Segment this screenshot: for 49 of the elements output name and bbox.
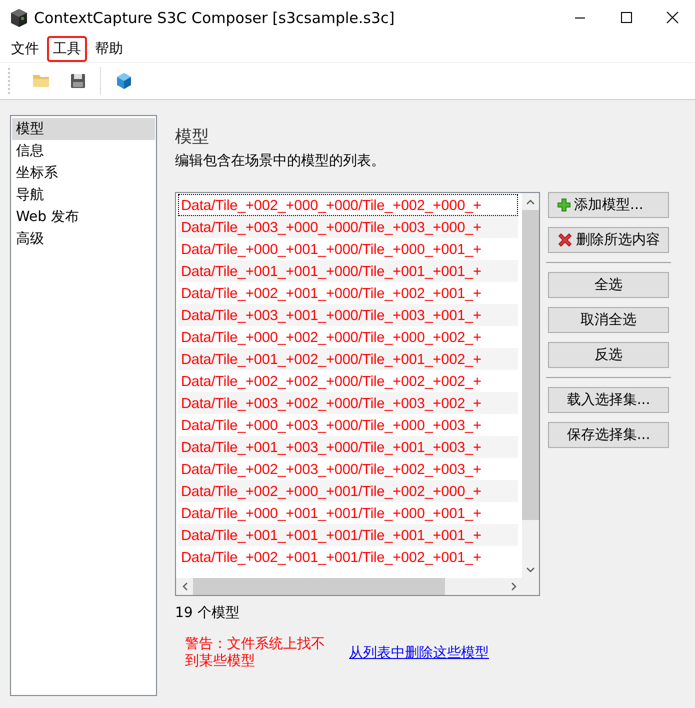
panel-description: 编辑包含在场景中的模型的列表。 xyxy=(175,152,386,170)
scroll-right-icon[interactable] xyxy=(510,582,516,591)
model-path[interactable]: Data/Tile_+002_+002_+000/Tile_+002_+002_+ xyxy=(178,370,518,392)
panel-title: 模型 xyxy=(175,126,210,148)
scroll-down-icon[interactable] xyxy=(526,566,535,572)
plus-icon xyxy=(557,198,571,212)
sidebar-item[interactable]: 高级 xyxy=(12,228,155,250)
action-button[interactable]: 载入选择集... xyxy=(548,387,669,413)
sidebar-item[interactable]: 模型 xyxy=(12,118,155,140)
model-path[interactable]: Data/Tile_+002_+000_+001/Tile_+002_+000_+ xyxy=(178,480,518,502)
action-button[interactable]: 删除所选内容 xyxy=(548,227,669,253)
scroll-left-icon[interactable] xyxy=(182,582,188,591)
model-path[interactable]: Data/Tile_+003_+000_+000/Tile_+003_+000_+ xyxy=(178,216,518,238)
sidebar-item[interactable]: Web 发布 xyxy=(12,206,155,228)
app-logo-icon xyxy=(10,8,28,28)
model-path[interactable]: Data/Tile_+002_+003_+000/Tile_+002_+003_+ xyxy=(178,458,518,480)
model-path[interactable]: Data/Tile_+000_+002_+000/Tile_+000_+002_+ xyxy=(178,326,518,348)
action-button[interactable]: 添加模型... xyxy=(548,192,669,218)
action-button[interactable]: 全选 xyxy=(548,272,669,298)
cross-icon xyxy=(557,232,573,248)
scroll-up-icon[interactable] xyxy=(526,198,535,204)
action-button[interactable]: 取消全选 xyxy=(548,307,669,333)
warning-text: 警告：文件系统上找不到某些模型 xyxy=(185,636,326,670)
model-path[interactable]: Data/Tile_+001_+001_+000/Tile_+001_+001_+ xyxy=(178,260,518,282)
cube-icon[interactable] xyxy=(115,72,133,90)
action-button[interactable]: 保存选择集... xyxy=(548,422,669,448)
model-path[interactable]: Data/Tile_+002_+001_+000/Tile_+002_+001_+ xyxy=(178,282,518,304)
menu-item[interactable]: 文件 xyxy=(5,36,45,62)
scrollbar-thumb[interactable] xyxy=(193,578,445,595)
model-path[interactable]: Data/Tile_+001_+003_+000/Tile_+001_+003_+ xyxy=(178,436,518,458)
model-path[interactable]: Data/Tile_+000_+001_+000/Tile_+000_+001_+ xyxy=(178,238,518,260)
window-title: ContextCapture S3C Composer [s3csample.s3c] xyxy=(34,9,396,27)
save-icon[interactable] xyxy=(70,73,86,89)
model-path[interactable]: Data/Tile_+001_+001_+001/Tile_+001_+001_+ xyxy=(178,524,518,546)
model-path[interactable]: Data/Tile_+003_+001_+000/Tile_+003_+001_+ xyxy=(178,304,518,326)
model-path[interactable]: Data/Tile_+000_+001_+001/Tile_+000_+001_+ xyxy=(178,502,518,524)
scrollbar-thumb[interactable] xyxy=(522,210,539,520)
remove-models-link[interactable]: 从列表中删除这些模型 xyxy=(349,644,489,662)
model-path[interactable]: Data/Tile_+002_+001_+001/Tile_+002_+001_+ xyxy=(178,546,518,568)
sidebar-item[interactable]: 导航 xyxy=(12,184,155,206)
model-path[interactable]: Data/Tile_+003_+002_+000/Tile_+003_+002_+ xyxy=(178,392,518,414)
sidebar-item[interactable]: 信息 xyxy=(12,140,155,162)
menu-item[interactable]: 帮助 xyxy=(89,36,129,62)
model-count: 19 个模型 xyxy=(175,604,240,622)
model-path[interactable]: Data/Tile_+000_+003_+000/Tile_+000_+003_+ xyxy=(178,414,518,436)
model-list[interactable] xyxy=(175,192,540,596)
sidebar-item[interactable]: 坐标系 xyxy=(12,162,155,184)
model-path[interactable]: Data/Tile_+001_+002_+000/Tile_+001_+002_+ xyxy=(178,348,518,370)
action-button[interactable]: 反选 xyxy=(548,342,669,368)
